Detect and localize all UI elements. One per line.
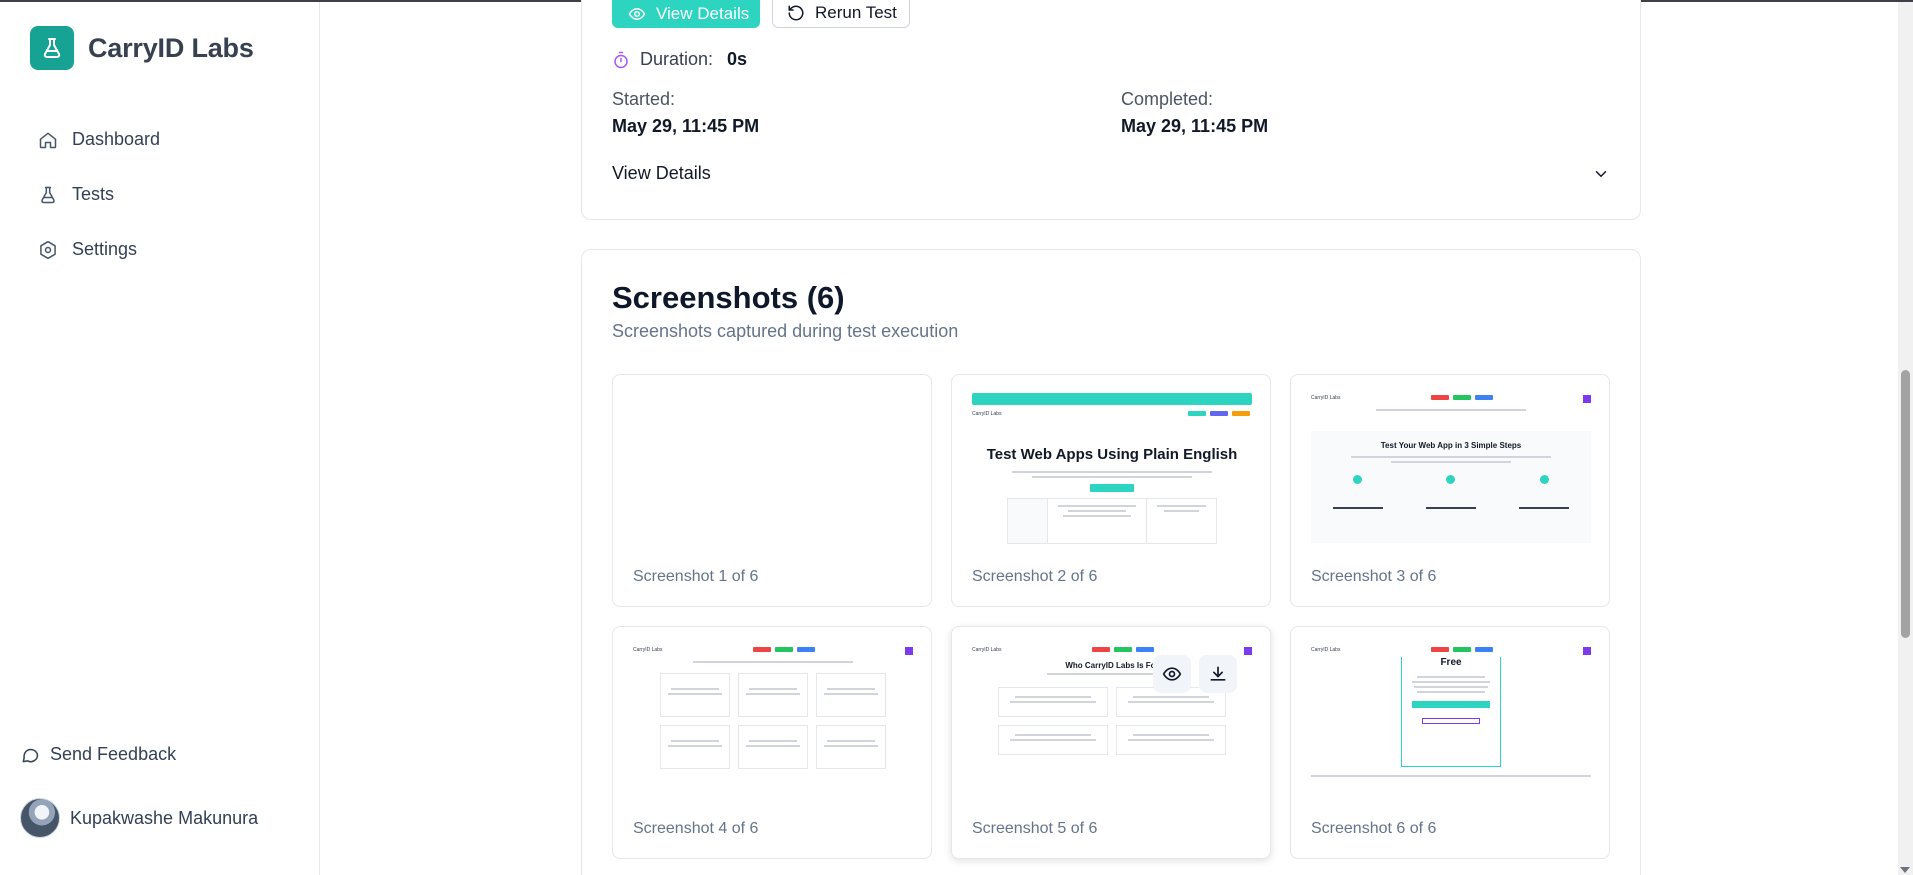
screenshot-preview-blank [633, 393, 913, 555]
sidebar-nav: Dashboard Tests Settings [38, 112, 160, 277]
page-scrollbar[interactable] [1898, 2, 1913, 875]
started-label: Started: [612, 89, 676, 109]
rerun-test-button[interactable]: Rerun Test [772, 0, 910, 28]
screenshot-caption: Screenshot 2 of 6 [972, 568, 1098, 585]
duration-row: Duration: 0s [612, 49, 747, 70]
send-feedback-label: Send Feedback [50, 744, 177, 764]
screenshots-subtitle: Screenshots captured during test executi… [612, 321, 959, 341]
preview-heading: Free [1440, 657, 1462, 668]
sidebar-item-dashboard[interactable]: Dashboard [38, 112, 160, 167]
view-details-toggle[interactable]: View Details [612, 163, 1610, 184]
preview-heading: Test Your Web App in 3 Simple Steps [1380, 441, 1522, 450]
completed-value: May 29, 11:45 PM [1121, 116, 1269, 136]
screenshot-caption: Screenshot 4 of 6 [633, 820, 759, 837]
screenshot-caption: Screenshot 1 of 6 [633, 568, 759, 585]
rotate-ccw-icon [788, 5, 804, 21]
preview-heading: Test Web Apps Using Plain English [986, 446, 1238, 463]
screenshot-hover-controls [1153, 655, 1237, 693]
screenshot-preview: CarryID Labs Free [1311, 645, 1591, 807]
send-feedback-button[interactable]: Send Feedback [20, 744, 176, 765]
duration-label: Duration: [640, 49, 714, 69]
scrollbar-thumb[interactable] [1901, 370, 1910, 638]
sidebar-item-settings[interactable]: Settings [38, 222, 160, 277]
user-name: Kupakwashe Makunura [70, 807, 259, 828]
eye-icon [628, 7, 646, 20]
eye-icon [1162, 667, 1182, 681]
sidebar-item-label: Settings [72, 239, 138, 259]
screenshot-thumbnail[interactable]: Screenshot 1 of 6 [612, 374, 932, 607]
screenshot-caption: Screenshot 6 of 6 [1311, 820, 1437, 837]
settings-icon [40, 240, 56, 259]
download-screenshot-button[interactable] [1199, 655, 1237, 693]
screenshot-caption: Screenshot 3 of 6 [1311, 568, 1437, 585]
chevron-down-icon [1595, 170, 1607, 177]
started-value: May 29, 11:45 PM [612, 116, 760, 136]
app-name: CarryID Labs [88, 32, 254, 63]
started-block: Started: May 29, 11:45 PM [612, 89, 759, 137]
download-icon [1210, 666, 1226, 681]
view-screenshot-button[interactable] [1153, 655, 1191, 693]
brand[interactable]: CarryID Labs [30, 26, 254, 70]
completed-block: Completed: May 29, 11:45 PM [1121, 89, 1268, 137]
completed-label: Completed: [1121, 89, 1214, 109]
sidebar-item-tests[interactable]: Tests [38, 167, 160, 222]
screenshot-thumbnail[interactable]: CarryID Labs Screenshot 4 of 6 [612, 626, 932, 859]
screenshot-thumbnail[interactable]: CarryID Labs Free Screenshot 6 of 6 [1290, 626, 1610, 859]
message-circle-icon [22, 748, 39, 762]
screenshot-preview: CarryID Labs [633, 645, 913, 807]
screenshot-thumbnail[interactable]: CarryID Labs Test Web Apps Using Plain E… [951, 374, 1271, 607]
screenshots-title: Screenshots (6) [612, 280, 845, 315]
sidebar-item-label: Dashboard [72, 129, 161, 149]
home-icon [39, 132, 57, 148]
avatar [20, 798, 60, 838]
screenshot-caption: Screenshot 5 of 6 [972, 820, 1098, 837]
screenshot-preview: CarryID Labs Test Web Apps Using Plain E… [972, 393, 1252, 555]
duration-value: 0s [727, 49, 748, 69]
flask-logo-icon [30, 26, 74, 70]
screenshots-card: Screenshots (6) Screenshots captured dur… [581, 249, 1641, 875]
sidebar-item-label: Tests [72, 184, 115, 204]
view-details-label: View Details [656, 3, 750, 23]
view-details-button[interactable]: View Details [612, 0, 760, 28]
sidebar: CarryID Labs Dashboard Tests Settings Se… [0, 2, 320, 875]
screenshot-preview: CarryID Labs Test Your Web App in 3 Simp… [1311, 393, 1591, 555]
view-details-toggle-label: View Details [612, 163, 711, 183]
scroll-down-arrow-icon[interactable] [1900, 867, 1910, 873]
flask-icon [41, 186, 55, 203]
screenshot-thumbnail[interactable]: CarryID Labs Who CarryID Labs Is For Scr… [951, 626, 1271, 859]
rerun-test-label: Rerun Test [815, 3, 897, 22]
user-profile[interactable]: Kupakwashe Makunura [20, 798, 258, 838]
timer-icon [614, 51, 628, 68]
test-run-card: View Details Rerun Test Duration: 0s Sta… [581, 0, 1641, 220]
screenshot-thumbnail[interactable]: CarryID Labs Test Your Web App in 3 Simp… [1290, 374, 1610, 607]
